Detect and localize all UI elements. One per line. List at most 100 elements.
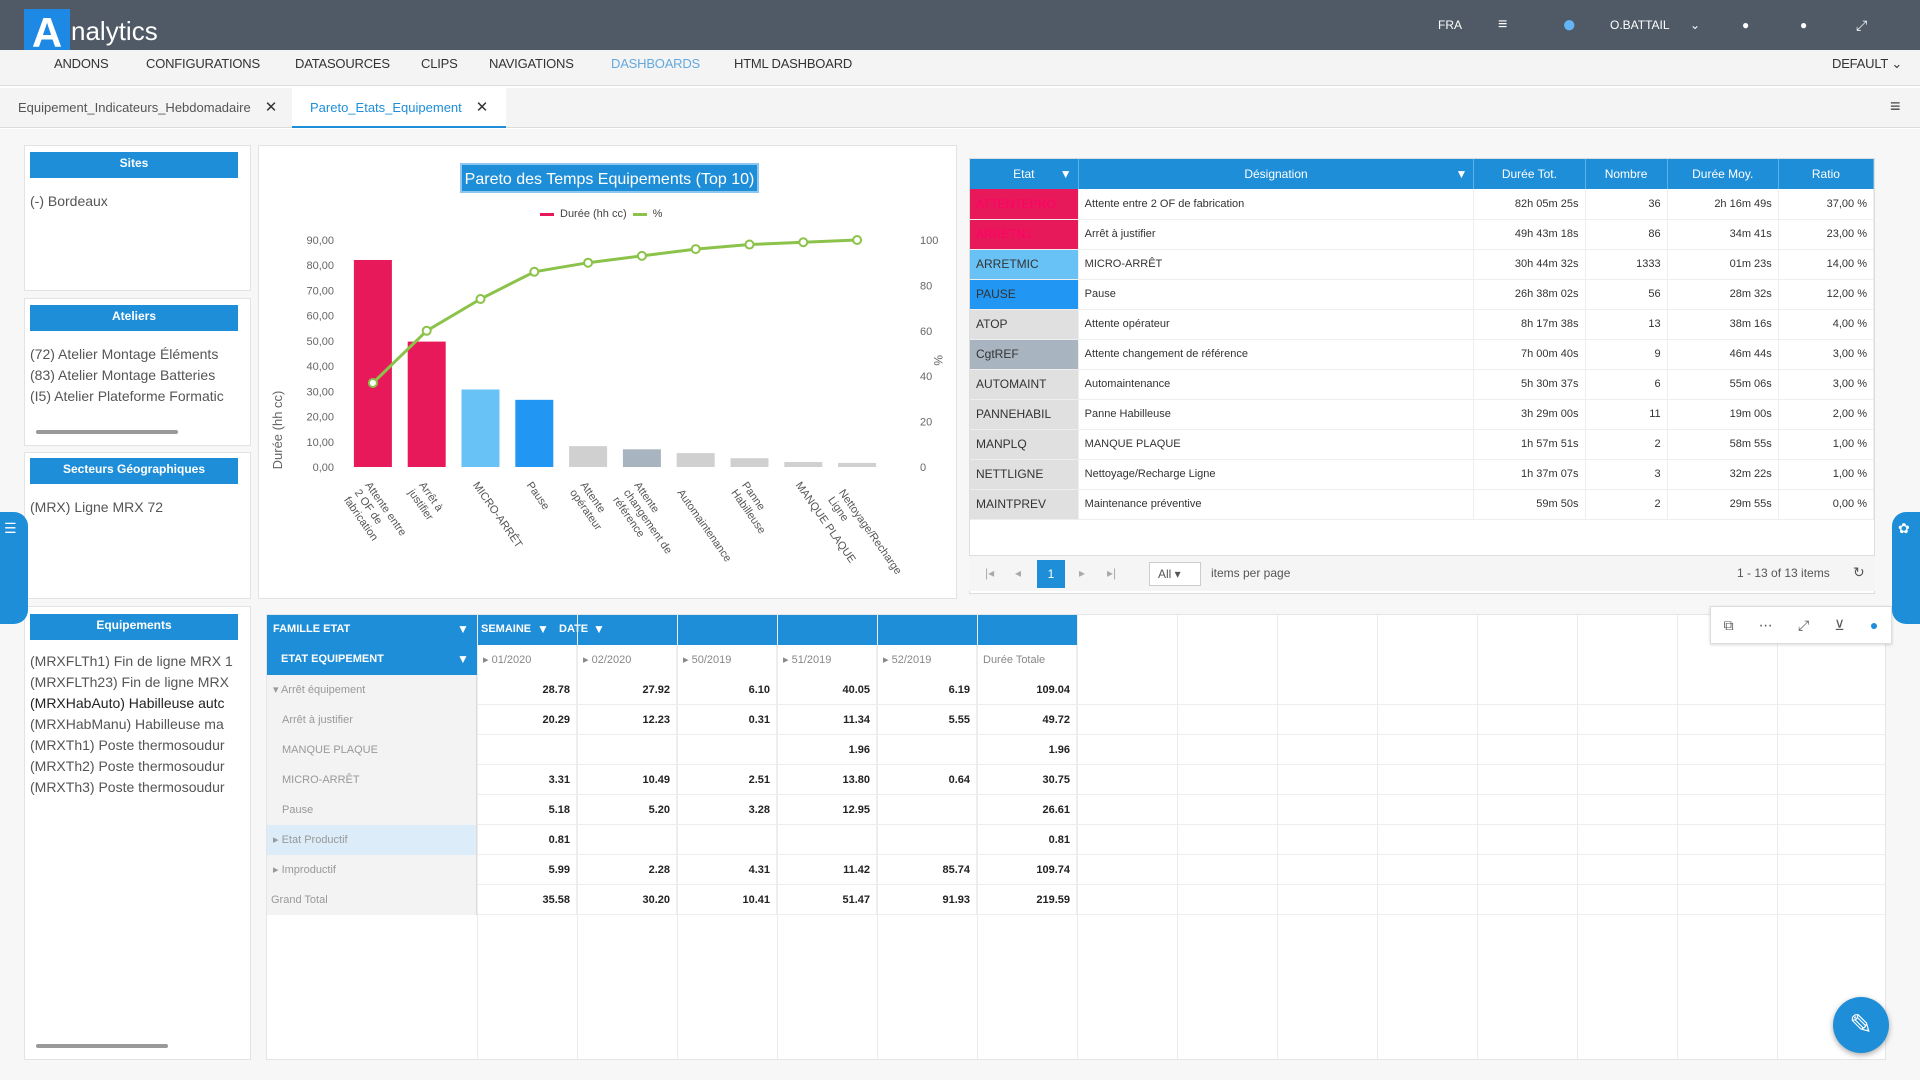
pivot-field-semaine[interactable]: SEMAINE: [481, 623, 531, 635]
page-size-select[interactable]: All ▾: [1149, 562, 1201, 586]
list-item[interactable]: (MRXHabAuto) Habilleuse autc: [30, 693, 248, 714]
pivot-cell: 13.80: [777, 765, 877, 795]
column-header-designation[interactable]: Désignation ▼: [1078, 159, 1475, 189]
nav-html-dashboard[interactable]: HTML DASHBOARD: [734, 50, 852, 77]
list-item[interactable]: (-) Bordeaux: [30, 191, 245, 212]
pivot-row-label[interactable]: MANQUE PLAQUE: [267, 735, 477, 765]
table-row[interactable]: ATOP Attente opérateur 8h 17m 38s 13 38m 16s…: [970, 309, 1874, 340]
table-row[interactable]: ARRETNJ Arrêt à justifier 49h 43m 18s 86 34m…: [970, 219, 1874, 250]
app-logo[interactable]: A nalytics: [24, 9, 158, 56]
language-selector[interactable]: FRA: [1438, 0, 1462, 50]
last-page-icon[interactable]: ▸|: [1107, 566, 1116, 580]
filter-icon[interactable]: ▼: [1455, 167, 1467, 181]
table-row[interactable]: ARRETMIC MICRO-ARRÊT 30h 44m 32s 1333 01m 23…: [970, 249, 1874, 280]
chevron-down-icon[interactable]: ⌄: [1690, 0, 1700, 50]
pivot-field-etat[interactable]: ETAT EQUIPEMENT: [281, 653, 384, 665]
table-row[interactable]: AUTOMAINT Automaintenance 5h 30m 37s 6 55m 0…: [970, 369, 1874, 400]
page-number[interactable]: 1: [1037, 560, 1065, 588]
pivot-column-header[interactable]: Durée Totale: [977, 645, 1077, 675]
default-selector[interactable]: DEFAULT ⌄: [1832, 50, 1902, 77]
grid-line: [1677, 615, 1678, 1059]
expand-icon[interactable]: ⤢: [1798, 617, 1809, 634]
tab-pareto-etats[interactable]: Pareto_Etats_Equipement ✕: [292, 88, 507, 128]
more-icon[interactable]: ⋯: [1759, 617, 1773, 634]
pivot-row-label[interactable]: Grand Total: [267, 885, 477, 915]
filter-icon[interactable]: ▼: [537, 622, 549, 636]
menu-icon[interactable]: ≡: [1498, 0, 1507, 50]
info-icon[interactable]: ●: [1870, 617, 1878, 633]
edit-button[interactable]: ✎: [1833, 997, 1889, 1053]
info-icon[interactable]: ●: [1800, 0, 1807, 50]
pivot-column-header[interactable]: ▸ 52/2019: [877, 645, 977, 675]
horizontal-scrollbar[interactable]: [36, 430, 178, 434]
table-row[interactable]: NETTLIGNE Nettoyage/Recharge Ligne 1h 37m …: [970, 459, 1874, 490]
hamburger-icon[interactable]: ≡: [1890, 96, 1901, 117]
pivot-column-header[interactable]: ▸ 01/2020: [477, 645, 577, 675]
pivot-row-label[interactable]: MICRO-ARRÊT: [267, 765, 477, 795]
cell-etat: PANNEHABIL: [970, 399, 1079, 430]
pivot-field-date[interactable]: DATE: [559, 623, 588, 635]
list-item[interactable]: (MRXFLTh1) Fin de ligne MRX 1: [30, 651, 248, 672]
list-item[interactable]: (MRXTh1) Poste thermosoudur: [30, 735, 248, 756]
column-header-ratio[interactable]: Ratio: [1778, 159, 1874, 189]
pivot-row-label[interactable]: Arrêt à justifier: [267, 705, 477, 735]
first-page-icon[interactable]: |◂: [985, 566, 994, 580]
column-header-nombre[interactable]: Nombre: [1585, 159, 1668, 189]
close-icon[interactable]: ✕: [265, 99, 278, 116]
pivot-row-label[interactable]: ▸ Improductif: [267, 855, 477, 885]
list-item[interactable]: (MRXTh3) Poste thermosoudur: [30, 777, 248, 798]
table-row[interactable]: PAUSE Pause 26h 38m 02s 56 28m 32s 12,00 %: [970, 279, 1874, 310]
horizontal-scrollbar[interactable]: [36, 1044, 168, 1048]
filter-icon[interactable]: ▼: [1060, 167, 1072, 181]
help-icon[interactable]: ●: [1742, 0, 1749, 50]
right-drawer-toggle[interactable]: ✿: [1892, 512, 1920, 624]
grid-line: [877, 615, 878, 1059]
pivot-cell: 12.95: [777, 795, 877, 825]
column-header-moy[interactable]: Durée Moy.: [1667, 159, 1779, 189]
pivot-row-label[interactable]: Pause: [267, 795, 477, 825]
table-row[interactable]: ATTENTEPRO Attente entre 2 OF de fabricat…: [970, 189, 1874, 220]
filter-icon[interactable]: ▼: [457, 622, 469, 636]
filter-clear-icon[interactable]: ⊻: [1834, 617, 1844, 634]
table-row[interactable]: PANNEHABIL Panne Habilleuse 3h 29m 00s 11 19…: [970, 399, 1874, 430]
list-item[interactable]: (83) Atelier Montage Batteries: [30, 365, 245, 386]
table-row[interactable]: CgtREF Attente changement de référence 7h …: [970, 339, 1874, 370]
column-header-etat[interactable]: Etat ▼: [970, 159, 1079, 189]
nav-andons[interactable]: ANDONS: [54, 50, 109, 77]
list-item[interactable]: (MRXHabManu) Habilleuse ma: [30, 714, 248, 735]
pivot-column-header[interactable]: ▸ 02/2020: [577, 645, 677, 675]
nav-datasources[interactable]: DATASOURCES: [295, 50, 390, 77]
pivot-row-label[interactable]: ▸ Etat Productif: [267, 825, 477, 855]
user-name[interactable]: O.BATTAIL: [1610, 0, 1670, 50]
pivot-column-header[interactable]: ▸ 50/2019: [677, 645, 777, 675]
pivot-column-header[interactable]: ▸ 51/2019: [777, 645, 877, 675]
nav-dashboards[interactable]: DASHBOARDS: [611, 50, 700, 77]
table-row[interactable]: MAINTPREV Maintenance préventive 59m 50s 2 2…: [970, 489, 1874, 520]
nav-navigations[interactable]: NAVIGATIONS: [489, 50, 574, 77]
nav-clips[interactable]: CLIPS: [421, 50, 458, 77]
fullscreen-icon[interactable]: ⤢: [1856, 0, 1867, 50]
user-icon[interactable]: ●: [1562, 0, 1577, 50]
pivot-row-label[interactable]: ▾ Arrêt équipement: [267, 675, 477, 705]
list-item[interactable]: (MRXFLTh23) Fin de ligne MRX: [30, 672, 248, 693]
y-tick-label: 90,00: [306, 235, 334, 247]
close-icon[interactable]: ✕: [476, 99, 489, 116]
x-tick-label: Attentechangement deréférence: [610, 480, 674, 556]
column-header-duree[interactable]: Durée Tot.: [1473, 159, 1586, 189]
list-item[interactable]: (MRXTh2) Poste thermosoudur: [30, 756, 248, 777]
filter-icon[interactable]: ▼: [593, 622, 605, 636]
list-item[interactable]: (72) Atelier Montage Éléments: [30, 344, 245, 365]
nav-configurations[interactable]: CONFIGURATIONS: [146, 50, 260, 77]
table-row[interactable]: MANPLQ MANQUE PLAQUE 1h 57m 51s 2 58m 55s 1,0…: [970, 429, 1874, 460]
left-drawer-toggle[interactable]: ☰: [0, 512, 28, 624]
filter-icon[interactable]: ▼: [457, 652, 469, 666]
refresh-icon[interactable]: ↻: [1853, 564, 1865, 581]
tab-equipement-indicateurs[interactable]: Equipement_Indicateurs_Hebdomadaire ✕: [0, 88, 295, 128]
list-item[interactable]: (MRX) Ligne MRX 72: [30, 497, 245, 518]
prev-page-icon[interactable]: ◂: [1015, 566, 1021, 580]
pivot-cell: 40.05: [777, 675, 877, 705]
copy-icon[interactable]: ⧉: [1724, 617, 1734, 634]
list-item[interactable]: (I5) Atelier Plateforme Formatic: [30, 386, 245, 407]
pivot-field-famille[interactable]: FAMILLE ETAT: [273, 623, 350, 635]
next-page-icon[interactable]: ▸: [1079, 566, 1085, 580]
